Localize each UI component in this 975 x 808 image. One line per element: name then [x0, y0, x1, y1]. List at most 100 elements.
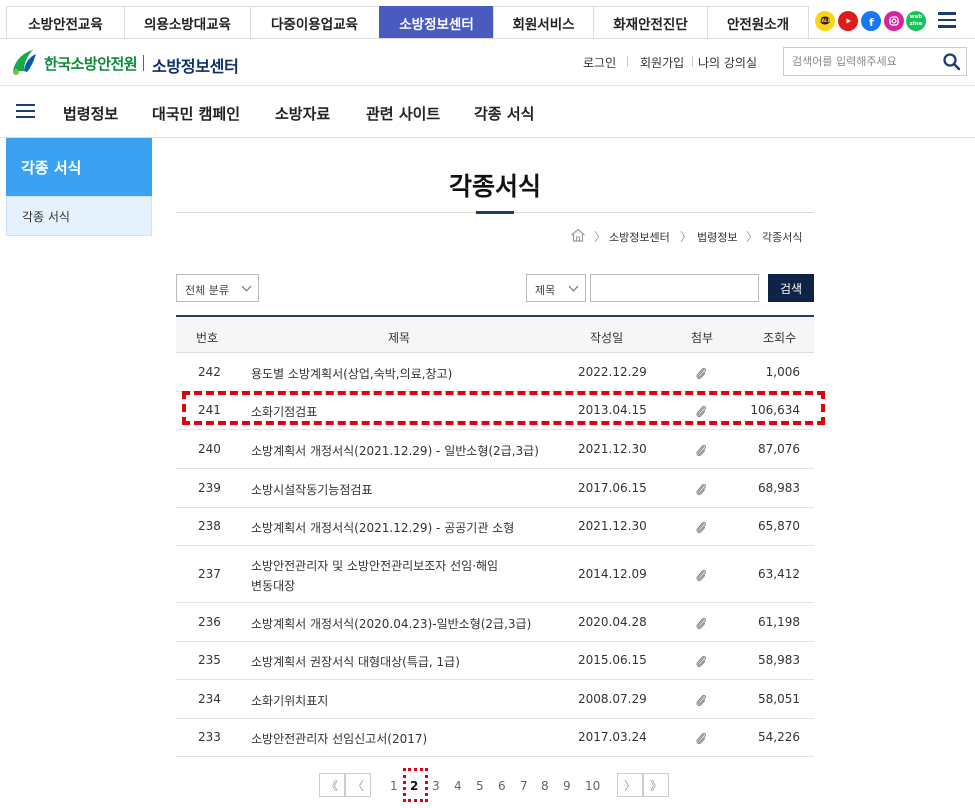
search-input[interactable]: [784, 48, 934, 75]
webzine-icon[interactable]: web zine: [906, 11, 926, 31]
row-number: 236: [198, 615, 221, 629]
row-title-link[interactable]: 소방시설작동기능점검표: [251, 481, 372, 498]
prev-page-button[interactable]: 〈: [345, 773, 371, 797]
tab-fire-safety-education[interactable]: 소방안전교육: [6, 6, 124, 38]
login-link[interactable]: 로그인: [583, 54, 616, 71]
row-title-link[interactable]: 소방계획서 권장서식 대형대상(특급, 1급): [251, 653, 460, 670]
attachment-icon[interactable]: [695, 654, 707, 669]
row-title-link[interactable]: 소방안전관리자 및 소방안전관리보조자 선임·해임: [251, 557, 498, 574]
facebook-icon[interactable]: f: [861, 11, 881, 31]
tab-member-service[interactable]: 회원서비스: [493, 6, 593, 38]
row-date: 2017.03.24: [578, 730, 647, 744]
page-link[interactable]: 6: [498, 779, 506, 793]
last-page-button[interactable]: 》: [643, 773, 669, 797]
attachment-icon[interactable]: [695, 520, 707, 535]
kakaotalk-icon[interactable]: TALK: [815, 11, 835, 31]
row-title-link[interactable]: 용도별 소방계획서(상업,숙박,의료,창고): [251, 365, 452, 382]
row-views: 65,870: [758, 519, 800, 533]
my-classroom-link[interactable]: 나의 강의실: [698, 54, 757, 71]
breadcrumb-fire-info-center[interactable]: 소방정보센터: [609, 229, 670, 245]
gnb-public-campaign[interactable]: 대국민 캠페인: [152, 103, 240, 124]
category-select[interactable]: 전체 분류: [176, 274, 259, 302]
menu-icon[interactable]: [16, 104, 35, 118]
row-views: 68,983: [758, 481, 800, 495]
page-link[interactable]: 7: [520, 779, 528, 793]
home-icon[interactable]: [570, 227, 586, 246]
row-date: 2021.12.30: [578, 519, 647, 533]
chevron-down-icon: [568, 281, 579, 292]
row-title-link[interactable]: 소방계획서 개정서식(2020.04.23)-일반소형(2급,3급): [251, 615, 531, 632]
site-name[interactable]: 소방정보센터: [152, 53, 239, 77]
table-row[interactable]: 234 소화기위치표지 2008.07.29 58,051: [176, 680, 814, 719]
tab-multi-use-business-education[interactable]: 다중이용업교육: [250, 6, 378, 38]
org-name[interactable]: 한국소방안전원: [44, 53, 138, 74]
table-row[interactable]: 233 소방안전관리자 선임신고서(2017) 2017.03.24 54,226: [176, 719, 814, 757]
table-row[interactable]: 236 소방계획서 개정서식(2020.04.23)-일반소형(2급,3급) 202…: [176, 603, 814, 642]
breadcrumb-law-info[interactable]: 법령정보: [697, 229, 737, 245]
side-menu-item-forms[interactable]: 각종 서식: [6, 196, 152, 236]
signup-link[interactable]: 회원가입: [640, 54, 684, 71]
row-date: 2017.06.15: [578, 481, 647, 495]
table-row[interactable]: 238 소방계획서 개정서식(2021.12.29) - 공공기관 소형 2021.…: [176, 508, 814, 546]
next-page-button[interactable]: 〉: [617, 773, 643, 797]
attachment-icon[interactable]: [695, 366, 707, 381]
gnb-related-sites[interactable]: 관련 사이트: [366, 103, 440, 124]
search-button[interactable]: 검색: [768, 274, 814, 302]
row-title-link[interactable]: 소방계획서 개정서식(2021.12.29) - 공공기관 소형: [251, 519, 514, 536]
gnb-fire-materials[interactable]: 소방자료: [275, 103, 330, 124]
logo-divider: [143, 55, 144, 71]
first-page-button[interactable]: 《: [319, 773, 345, 797]
page-link[interactable]: 1: [390, 779, 398, 793]
keyword-input[interactable]: [591, 275, 758, 301]
tab-about[interactable]: 안전원소개: [707, 6, 809, 38]
row-title-link[interactable]: 소방계획서 개정서식(2021.12.29) - 일반소형(2급,3급): [251, 442, 539, 459]
search-icon[interactable]: [942, 52, 962, 72]
util-divider: [692, 56, 693, 67]
webzine-label: web zine: [909, 14, 923, 27]
page-link[interactable]: 8: [541, 779, 549, 793]
page-link[interactable]: 3: [432, 779, 440, 793]
row-views: 58,051: [758, 692, 800, 706]
page-link[interactable]: 5: [476, 779, 484, 793]
table-row[interactable]: 237 소방안전관리자 및 소방안전관리보조자 선임·해임 변동대장 2014.12.…: [176, 546, 814, 603]
row-date: 2021.12.30: [578, 442, 647, 456]
table-row[interactable]: 240 소방계획서 개정서식(2021.12.29) - 일반소형(2급,3급) 2…: [176, 430, 814, 469]
youtube-icon[interactable]: [838, 11, 858, 31]
attachment-icon[interactable]: [695, 482, 707, 497]
tab-fire-safety-diagnosis[interactable]: 화재안전진단: [593, 6, 707, 38]
column-header-title: 제목: [388, 331, 411, 345]
breadcrumb-chevron-icon: 〉: [594, 230, 607, 244]
instagram-icon[interactable]: [884, 11, 904, 31]
all-menu-icon[interactable]: [938, 12, 956, 28]
attachment-icon[interactable]: [695, 693, 707, 708]
org-logo-icon[interactable]: [9, 47, 39, 77]
table-row[interactable]: 239 소방시설작동기능점검표 2017.06.15 68,983: [176, 469, 814, 508]
row-views: 61,198: [758, 615, 800, 629]
page-link[interactable]: 10: [585, 779, 600, 793]
row-title-link[interactable]: 소방안전관리자 선임신고서(2017): [251, 730, 427, 747]
row-views: 54,226: [758, 730, 800, 744]
attachment-icon[interactable]: [695, 443, 707, 458]
column-header-attachment: 첨부: [691, 331, 714, 345]
gnb-law-info[interactable]: 법령정보: [63, 103, 118, 124]
table-row[interactable]: 242 용도별 소방계획서(상업,숙박,의료,창고) 2022.12.29 1,006: [176, 353, 814, 392]
page-link[interactable]: 4: [454, 779, 462, 793]
row-number: 239: [198, 481, 221, 495]
row-date: 2008.07.29: [578, 692, 647, 706]
attachment-icon[interactable]: [695, 731, 707, 746]
row-title-link[interactable]: 소화기위치표지: [251, 692, 328, 709]
breadcrumb-chevron-icon: 〉: [680, 230, 693, 244]
util-divider: [627, 56, 628, 67]
category-select-value: 전체 분류: [185, 284, 229, 297]
row-number: 240: [198, 442, 221, 456]
tab-volunteer-fire-education[interactable]: 의용소방대교육: [124, 6, 250, 38]
row-title-link[interactable]: 변동대장: [251, 577, 295, 594]
gnb-forms[interactable]: 각종 서식: [474, 103, 534, 124]
page-link[interactable]: 9: [563, 779, 571, 793]
search-field-select[interactable]: 제목: [526, 274, 586, 302]
attachment-icon[interactable]: [695, 568, 707, 583]
table-row[interactable]: 235 소방계획서 권장서식 대형대상(특급, 1급) 2015.06.15 58,9…: [176, 642, 814, 680]
attachment-icon[interactable]: [695, 616, 707, 631]
column-header-views: 조회수: [763, 331, 797, 345]
tab-fire-info-center[interactable]: 소방정보센터: [379, 6, 493, 38]
